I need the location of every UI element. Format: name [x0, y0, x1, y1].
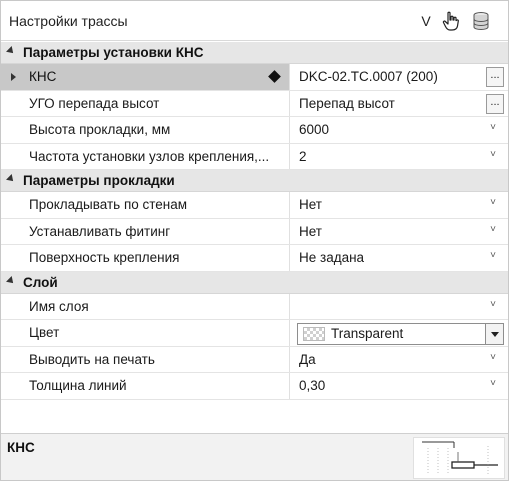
property-grid: Параметры установки КНС КНС DKC-02.TC.00… — [1, 42, 508, 400]
category-label: Параметры установки КНС — [23, 45, 204, 60]
color-value: Transparent — [331, 326, 404, 341]
property-row-fitting[interactable]: Устанавливать фитинг Нет ˅ — [1, 218, 508, 245]
property-name-cell[interactable]: Поверхность крепления — [1, 245, 290, 271]
property-value: DKC-02.TC.0007 (200) — [299, 69, 438, 84]
property-name-cell[interactable]: КНС — [1, 64, 290, 90]
properties-panel: Настройки трассы V Параметры установки К… — [0, 0, 509, 481]
property-value-cell[interactable]: Перепад высот ... — [291, 91, 508, 117]
property-row-surface[interactable]: Поверхность крепления Не задана ˅ — [1, 245, 508, 272]
preview-drawing-icon — [422, 441, 498, 474]
property-name-cell[interactable]: Частота установки узлов крепления,... — [1, 143, 290, 169]
property-name: Частота установки узлов крепления,... — [29, 148, 270, 164]
property-name-cell[interactable]: Имя слоя — [1, 293, 290, 319]
property-row-height[interactable]: Высота прокладки, мм 6000 ˅ — [1, 117, 508, 144]
property-row-kns[interactable]: КНС DKC-02.TC.0007 (200) ... — [1, 64, 508, 91]
property-value-cell[interactable]: Не задана ˅ — [291, 245, 508, 271]
property-value: 6000 — [299, 122, 330, 137]
property-name-cell[interactable]: Толщина линий — [1, 373, 290, 399]
property-value: 2 — [299, 148, 307, 164]
property-value: Да — [299, 351, 316, 367]
chevron-down-icon[interactable]: ˅ — [488, 251, 498, 261]
property-value-cell[interactable]: Transparent — [291, 320, 508, 346]
panel-titlebar: Настройки трассы V — [1, 1, 508, 41]
category-installation[interactable]: Параметры установки КНС — [1, 42, 508, 64]
property-row-print[interactable]: Выводить на печать Да ˅ — [1, 346, 508, 373]
property-value-cell[interactable]: Нет ˅ — [291, 192, 508, 218]
property-value: Нет — [299, 197, 322, 212]
property-row-walls[interactable]: Прокладывать по стенам Нет ˅ — [1, 192, 508, 219]
category-label: Параметры прокладки — [23, 173, 175, 188]
property-name-cell[interactable]: Выводить на печать — [1, 346, 290, 372]
property-name: Цвет — [29, 325, 60, 340]
property-value-cell[interactable]: ˅ — [291, 294, 508, 320]
property-name: КНС — [29, 69, 57, 84]
chevron-down-icon[interactable]: ˅ — [488, 224, 498, 235]
property-name-cell[interactable]: Цвет — [1, 320, 290, 346]
property-value: 0,30 — [299, 378, 326, 393]
category-label: Слой — [23, 274, 58, 290]
property-value-cell[interactable]: 0,30 ˅ — [291, 373, 508, 399]
property-value: Не задана — [299, 250, 365, 265]
property-name-cell[interactable]: Прокладывать по стенам — [1, 192, 290, 218]
property-name: Поверхность крепления — [29, 250, 180, 265]
property-name: Прокладывать по стенам — [29, 197, 188, 212]
property-row-layer-name[interactable]: Имя слоя ˅ — [1, 293, 508, 320]
property-row-line-weight[interactable]: Толщина линий 0,30 ˅ — [1, 373, 508, 400]
ellipsis-button[interactable]: ... — [486, 93, 504, 114]
collapse-icon[interactable] — [6, 275, 16, 286]
panel-title: Настройки трассы — [9, 13, 128, 29]
description-title: КНС — [7, 440, 35, 455]
category-laying[interactable]: Параметры прокладки — [1, 170, 508, 192]
property-row-frequency[interactable]: Частота установки узлов крепления,... 2 … — [1, 143, 508, 170]
property-row-color[interactable]: Цвет Transparent — [1, 320, 508, 347]
chevron-down-icon[interactable]: ˅ — [488, 299, 498, 310]
property-name: Выводить на печать — [29, 351, 155, 367]
property-value-cell[interactable]: Нет ˅ — [291, 219, 508, 245]
chevron-down-icon[interactable]: ˅ — [488, 198, 498, 208]
property-name: Высота прокладки, мм — [29, 122, 171, 137]
diamond-icon — [268, 70, 281, 83]
collapse-icon[interactable] — [6, 174, 16, 184]
property-name: Устанавливать фитинг — [29, 223, 171, 239]
transparent-swatch-icon — [303, 327, 325, 341]
color-select[interactable]: Transparent — [297, 323, 504, 345]
property-name-cell[interactable]: УГО перепада высот — [1, 90, 290, 116]
property-value-cell[interactable]: 2 ˅ — [291, 144, 508, 170]
property-name: УГО перепада высот — [29, 95, 160, 111]
preview-thumbnail — [413, 437, 505, 479]
collapse-icon[interactable] — [6, 46, 16, 56]
property-name-cell[interactable]: Устанавливать фитинг — [1, 218, 290, 244]
selected-row-arrow-icon — [11, 73, 16, 81]
description-area: КНС — [1, 433, 508, 480]
ellipsis-button[interactable]: ... — [486, 67, 504, 87]
database-icon[interactable] — [471, 10, 491, 32]
property-value: Нет — [299, 223, 322, 239]
dropdown-arrow-button[interactable] — [485, 324, 503, 344]
property-value: Перепад высот — [299, 95, 395, 111]
chevron-down-icon[interactable]: ˅ — [488, 123, 498, 133]
chevron-down-icon[interactable]: ˅ — [488, 352, 498, 363]
property-value-cell[interactable]: DKC-02.TC.0007 (200) ... — [291, 64, 508, 90]
category-layer[interactable]: Слой — [1, 271, 508, 294]
v-toggle-button[interactable]: V — [419, 10, 433, 32]
chevron-down-icon[interactable]: ˅ — [488, 149, 498, 160]
hand-pointer-icon[interactable] — [441, 10, 461, 32]
property-row-ugo[interactable]: УГО перепада высот Перепад высот ... — [1, 90, 508, 117]
property-name: Имя слоя — [29, 298, 89, 314]
property-name-cell[interactable]: Высота прокладки, мм — [1, 117, 290, 143]
property-name: Толщина линий — [29, 378, 127, 393]
chevron-down-icon[interactable]: ˅ — [488, 379, 498, 389]
property-value-cell[interactable]: 6000 ˅ — [291, 117, 508, 143]
property-value-cell[interactable]: Да ˅ — [291, 347, 508, 373]
